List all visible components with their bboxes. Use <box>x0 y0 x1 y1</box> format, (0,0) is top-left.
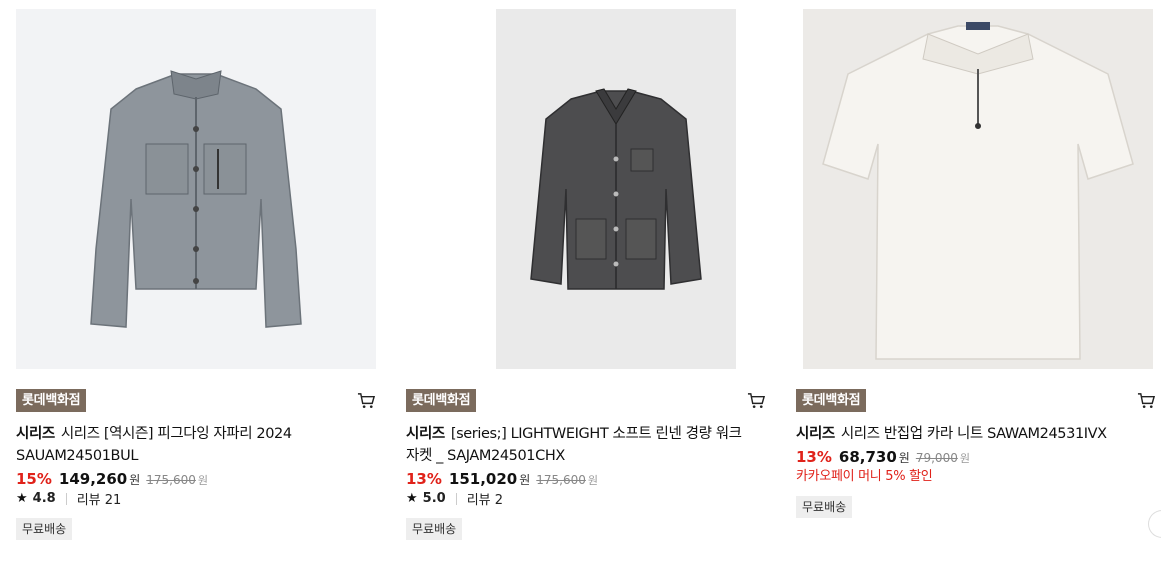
divider <box>455 492 457 505</box>
product-image[interactable] <box>796 9 1156 369</box>
original-price: 175,600 <box>536 473 586 487</box>
promo-text: 카카오페이 머니 5% 할인 <box>796 469 933 484</box>
jacket-image <box>90 70 302 328</box>
star-icon: ★ <box>406 491 418 506</box>
discount-rate: 13% <box>406 470 442 488</box>
discount-rate: 13% <box>796 448 832 466</box>
rating-score: 5.0 <box>422 491 446 506</box>
store-badge: 롯데백화점 <box>16 389 87 412</box>
free-shipping-chip: 무료배송 <box>796 496 853 518</box>
review-count: 리뷰 2 <box>466 493 504 508</box>
product-name: 시리즈 [역시즌] 피그다잉 자파리 2024 SAUAM24501BUL <box>16 426 292 464</box>
product-image[interactable] <box>406 9 766 369</box>
sale-price: 68,730 <box>838 448 897 466</box>
original-currency-unit: 원 <box>587 474 599 487</box>
price-row: 13% 68,730 원 79,000 원 <box>796 448 970 466</box>
scroll-handle[interactable] <box>1148 510 1161 538</box>
currency-unit: 원 <box>519 473 531 487</box>
currency-unit: 원 <box>898 451 910 465</box>
original-price: 79,000 <box>915 451 958 465</box>
star-icon: ★ <box>16 491 28 506</box>
original-currency-unit: 원 <box>959 452 970 465</box>
free-shipping-chip: 무료배송 <box>406 518 463 540</box>
image-backdrop <box>803 9 1153 369</box>
divider <box>65 492 67 505</box>
store-badge: 롯데백화점 <box>406 389 477 412</box>
product-card[interactable]: 롯데백화점 시리즈 시리즈 반집업 카라 니트 SAWAM24531IVX 13%… <box>796 0 1161 561</box>
original-currency-unit: 원 <box>197 474 209 487</box>
review-count: 리뷰 21 <box>76 493 122 508</box>
product-image[interactable] <box>16 9 376 369</box>
product-grid: 롯데백화점 시리즈 시리즈 [역시즌] 피그다잉 자파리 2024 SAUAM24… <box>0 0 1161 561</box>
sale-price: 151,020 <box>448 470 518 488</box>
cart-icon[interactable] <box>1137 391 1156 410</box>
cart-icon[interactable] <box>747 391 766 410</box>
knit-shirt-image <box>822 22 1134 360</box>
brand-name: 시리즈 <box>796 426 835 442</box>
product-name: [series;] LIGHTWEIGHT 소프트 린넨 경량 워크 자켓 _ … <box>406 426 742 464</box>
review-row: ★ 5.0 리뷰 2 <box>406 489 503 508</box>
jacket-image <box>530 88 702 290</box>
free-shipping-chip: 무료배송 <box>16 518 73 540</box>
product-title[interactable]: 시리즈 [series;] LIGHTWEIGHT 소프트 린넨 경량 워크 자켓… <box>406 423 746 467</box>
product-title[interactable]: 시리즈 시리즈 반집업 카라 니트 SAWAM24531IVX <box>796 423 1136 445</box>
price-row: 15% 149,260 원 175,600 원 <box>16 470 208 488</box>
brand-name: 시리즈 <box>16 426 55 442</box>
review-row: ★ 4.8 리뷰 21 <box>16 489 121 508</box>
currency-unit: 원 <box>129 473 141 487</box>
discount-rate: 15% <box>16 470 52 488</box>
product-card[interactable]: 롯데백화점 시리즈 시리즈 [역시즌] 피그다잉 자파리 2024 SAUAM24… <box>16 0 376 561</box>
sale-price: 149,260 <box>58 470 128 488</box>
original-price: 175,600 <box>146 473 196 487</box>
rating-score: 4.8 <box>32 491 56 506</box>
price-row: 13% 151,020 원 175,600 원 <box>406 470 598 488</box>
product-card[interactable]: 롯데백화점 시리즈 [series;] LIGHTWEIGHT 소프트 린넨 경량… <box>406 0 766 561</box>
product-title[interactable]: 시리즈 시리즈 [역시즌] 피그다잉 자파리 2024 SAUAM24501BUL <box>16 423 356 467</box>
brand-name: 시리즈 <box>406 426 445 442</box>
product-name: 시리즈 반집업 카라 니트 SAWAM24531IVX <box>840 426 1107 442</box>
cart-icon[interactable] <box>357 391 376 410</box>
store-badge: 롯데백화점 <box>796 389 867 412</box>
image-backdrop <box>496 9 736 369</box>
